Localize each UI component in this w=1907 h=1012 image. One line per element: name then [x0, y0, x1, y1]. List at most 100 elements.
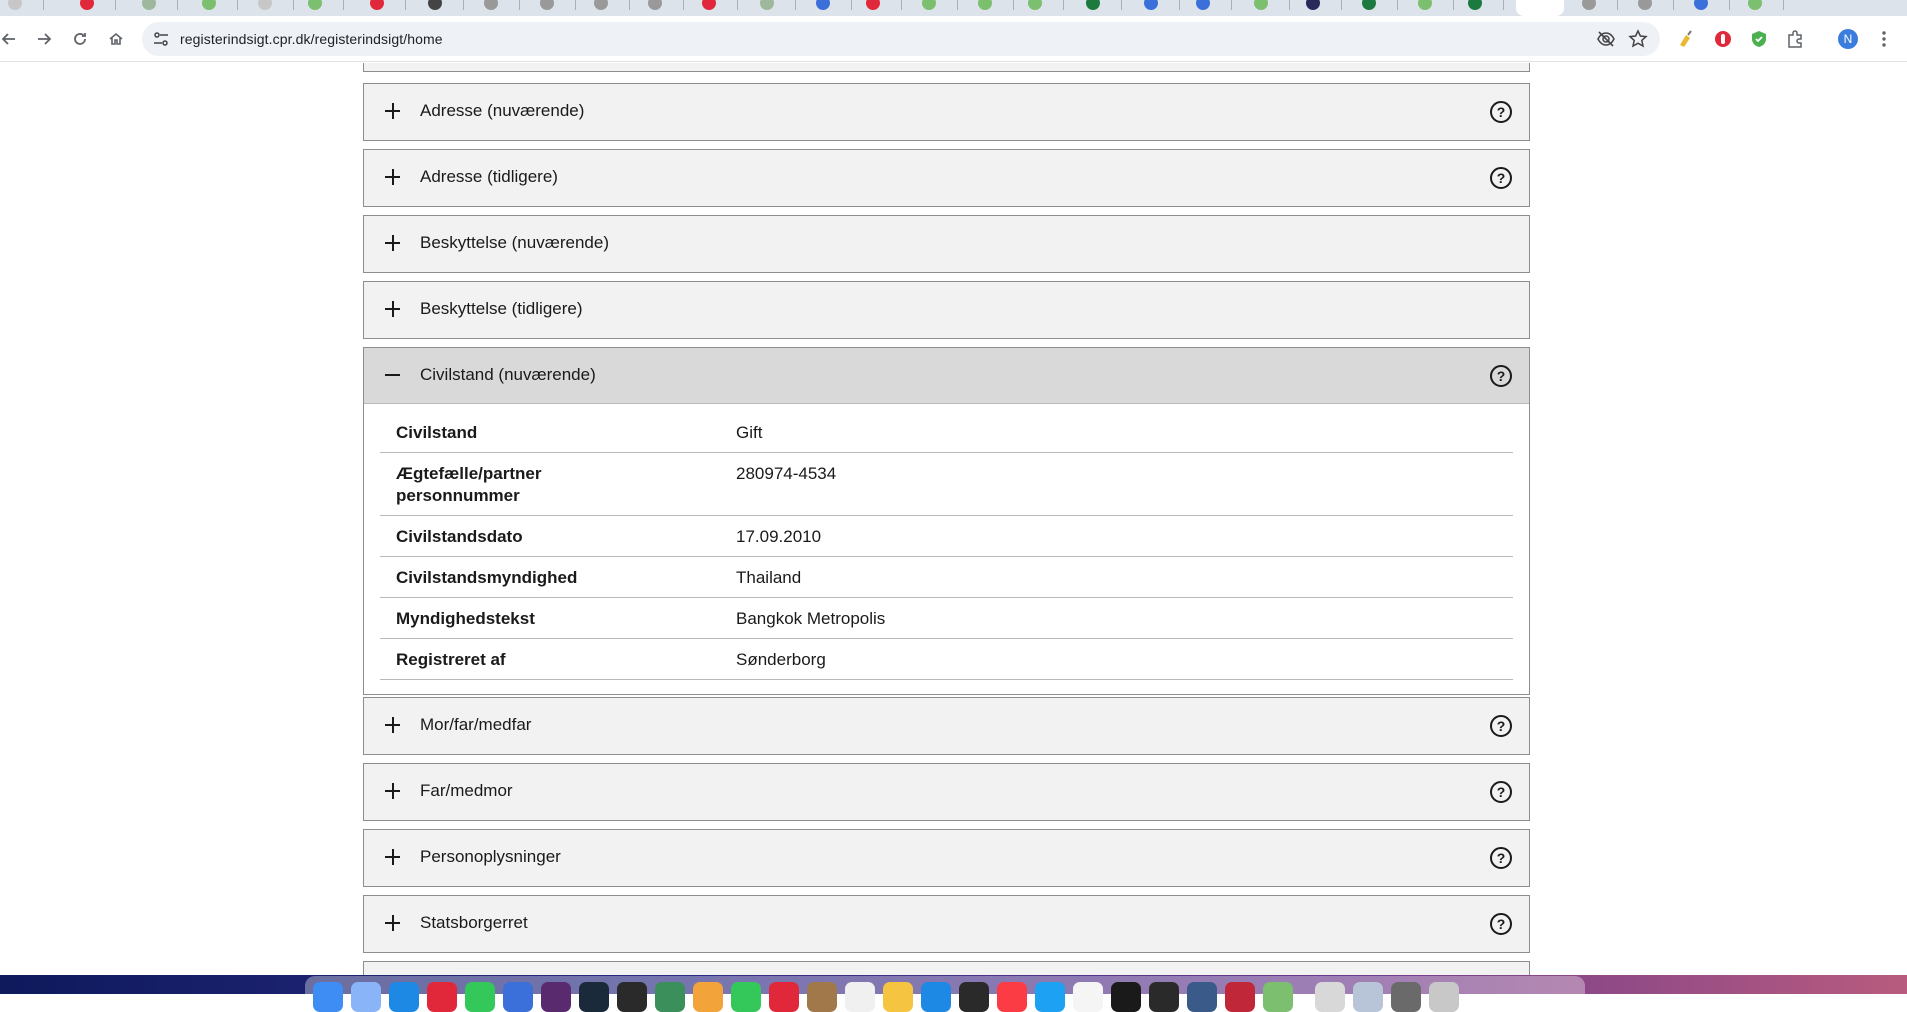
- app-black-icon[interactable]: [1111, 982, 1141, 1012]
- extension-shield-green-icon[interactable]: [1749, 29, 1769, 49]
- accordion-adresse-nuvaerende[interactable]: Adresse (nuværende) ?: [363, 83, 1530, 141]
- accordion-adresse-tidligere[interactable]: Adresse (tidligere) ?: [363, 149, 1530, 207]
- notes-icon[interactable]: [883, 982, 913, 1012]
- plus-icon[interactable]: [382, 233, 402, 253]
- accordion-far-medmor[interactable]: Far/medmor ?: [363, 763, 1530, 821]
- app-slate-icon[interactable]: [1187, 982, 1217, 1012]
- accordion-beskyttelse-tidligere[interactable]: Beskyttelse (tidligere): [363, 281, 1530, 339]
- site-info-icon[interactable]: [152, 30, 170, 48]
- browser-tab[interactable]: [1574, 0, 1618, 12]
- app-white-icon[interactable]: [1073, 982, 1103, 1012]
- browser-tab[interactable]: [250, 0, 294, 12]
- browser-tab[interactable]: [1020, 0, 1064, 12]
- browser-tab[interactable]: [476, 0, 520, 12]
- accordion-statsborgerret[interactable]: Statsborgerret ?: [363, 895, 1530, 953]
- profile-avatar[interactable]: N: [1838, 29, 1858, 49]
- plus-icon[interactable]: [382, 781, 402, 801]
- help-icon[interactable]: ?: [1490, 913, 1512, 935]
- accordion-header[interactable]: Statsborgerret ?: [364, 896, 1529, 952]
- browser-menu-icon[interactable]: [1874, 29, 1894, 49]
- mail-icon[interactable]: [503, 982, 533, 1012]
- app-gray-icon[interactable]: [1391, 982, 1421, 1012]
- app-dark2-icon[interactable]: [1149, 982, 1179, 1012]
- plus-icon[interactable]: [382, 715, 402, 735]
- contacts-icon[interactable]: [807, 982, 837, 1012]
- accordion-header[interactable]: Adresse (tidligere) ?: [364, 150, 1529, 206]
- reload-icon[interactable]: [67, 26, 93, 52]
- app-crimson-icon[interactable]: [1225, 982, 1255, 1012]
- app-folder-icon[interactable]: [1353, 982, 1383, 1012]
- browser-tab[interactable]: [1298, 0, 1342, 12]
- plus-icon[interactable]: [382, 299, 402, 319]
- app-tv-icon[interactable]: [959, 982, 989, 1012]
- url-text[interactable]: registerindsigt.cpr.dk/registerindsigt/h…: [180, 31, 443, 47]
- appstore-icon[interactable]: [921, 982, 951, 1012]
- calendar-icon[interactable]: [769, 982, 799, 1012]
- help-icon[interactable]: ?: [1490, 847, 1512, 869]
- accordion-header[interactable]: Beskyttelse (nuværende): [364, 216, 1529, 272]
- help-icon[interactable]: ?: [1490, 715, 1512, 737]
- accordion-header[interactable]: Far/medmor ?: [364, 764, 1529, 820]
- browser-tab[interactable]: [586, 0, 630, 12]
- help-icon[interactable]: ?: [1490, 167, 1512, 189]
- facetime-icon[interactable]: [731, 982, 761, 1012]
- app-purple-icon[interactable]: [541, 982, 571, 1012]
- plus-icon[interactable]: [382, 167, 402, 187]
- browser-tab[interactable]: [1686, 0, 1730, 12]
- launchpad-icon[interactable]: [351, 982, 381, 1012]
- browser-tab[interactable]: [914, 0, 958, 12]
- help-icon[interactable]: ?: [1490, 365, 1512, 387]
- browser-tab[interactable]: [1354, 0, 1398, 12]
- plus-icon[interactable]: [382, 847, 402, 867]
- app-blue-icon[interactable]: [1035, 982, 1065, 1012]
- help-icon[interactable]: ?: [1490, 101, 1512, 123]
- plus-icon[interactable]: [382, 101, 402, 121]
- app-doc-icon[interactable]: [1315, 982, 1345, 1012]
- browser-tab[interactable]: [1630, 0, 1674, 12]
- accordion-header[interactable]: Beskyttelse (tidligere): [364, 282, 1529, 338]
- finder-icon[interactable]: [313, 982, 343, 1012]
- browser-tab[interactable]: [72, 0, 116, 12]
- browser-tab[interactable]: [194, 0, 238, 12]
- browser-tab[interactable]: [362, 0, 406, 12]
- browser-tab[interactable]: [694, 0, 738, 12]
- eye-slash-icon[interactable]: [1596, 29, 1616, 49]
- help-icon[interactable]: ?: [1490, 781, 1512, 803]
- messages-icon[interactable]: [465, 982, 495, 1012]
- accordion-civilstand-nuvaerende[interactable]: Civilstand (nuværende) ? Civilstand Gift…: [363, 347, 1530, 695]
- active-browser-tab[interactable]: [1516, 0, 1564, 16]
- browser-tab[interactable]: [808, 0, 852, 12]
- extension-broom-icon[interactable]: [1676, 29, 1696, 49]
- browser-tab[interactable]: [1136, 0, 1180, 12]
- trash-icon[interactable]: [1429, 982, 1459, 1012]
- accordion-mor-far-medfar[interactable]: Mor/far/medfar ?: [363, 697, 1530, 755]
- browser-tab[interactable]: [1740, 0, 1784, 12]
- browser-tab[interactable]: [1246, 0, 1290, 12]
- address-bar[interactable]: registerindsigt.cpr.dk/registerindsigt/h…: [142, 22, 1660, 56]
- browser-tab[interactable]: [1078, 0, 1122, 12]
- accordion-header[interactable]: Personoplysninger ?: [364, 830, 1529, 886]
- app-green-icon[interactable]: [1263, 982, 1293, 1012]
- browser-tab[interactable]: [300, 0, 344, 12]
- reminders-icon[interactable]: [845, 982, 875, 1012]
- accordion-header[interactable]: Adresse (nuværende) ?: [364, 84, 1529, 140]
- app-dark-icon[interactable]: [617, 982, 647, 1012]
- accordion-partial-bottom[interactable]: [363, 961, 1530, 975]
- minus-icon[interactable]: [382, 365, 402, 385]
- accordion-beskyttelse-nuvaerende[interactable]: Beskyttelse (nuværende): [363, 215, 1530, 273]
- plus-icon[interactable]: [382, 913, 402, 933]
- browser-tab[interactable]: [1460, 0, 1504, 12]
- browser-tab[interactable]: [752, 0, 796, 12]
- extensions-puzzle-icon[interactable]: [1785, 29, 1805, 49]
- photos-icon[interactable]: [693, 982, 723, 1012]
- safari-icon[interactable]: [389, 982, 419, 1012]
- browser-tab[interactable]: [640, 0, 684, 12]
- accordion-header[interactable]: Mor/far/medfar ?: [364, 698, 1529, 754]
- bookmark-star-icon[interactable]: [1628, 29, 1648, 49]
- browser-tab[interactable]: [970, 0, 1014, 12]
- maps-icon[interactable]: [655, 982, 685, 1012]
- browser-tab[interactable]: [1188, 0, 1232, 12]
- browser-tab[interactable]: [858, 0, 902, 12]
- home-icon[interactable]: [103, 26, 129, 52]
- browser-tab[interactable]: [1410, 0, 1454, 12]
